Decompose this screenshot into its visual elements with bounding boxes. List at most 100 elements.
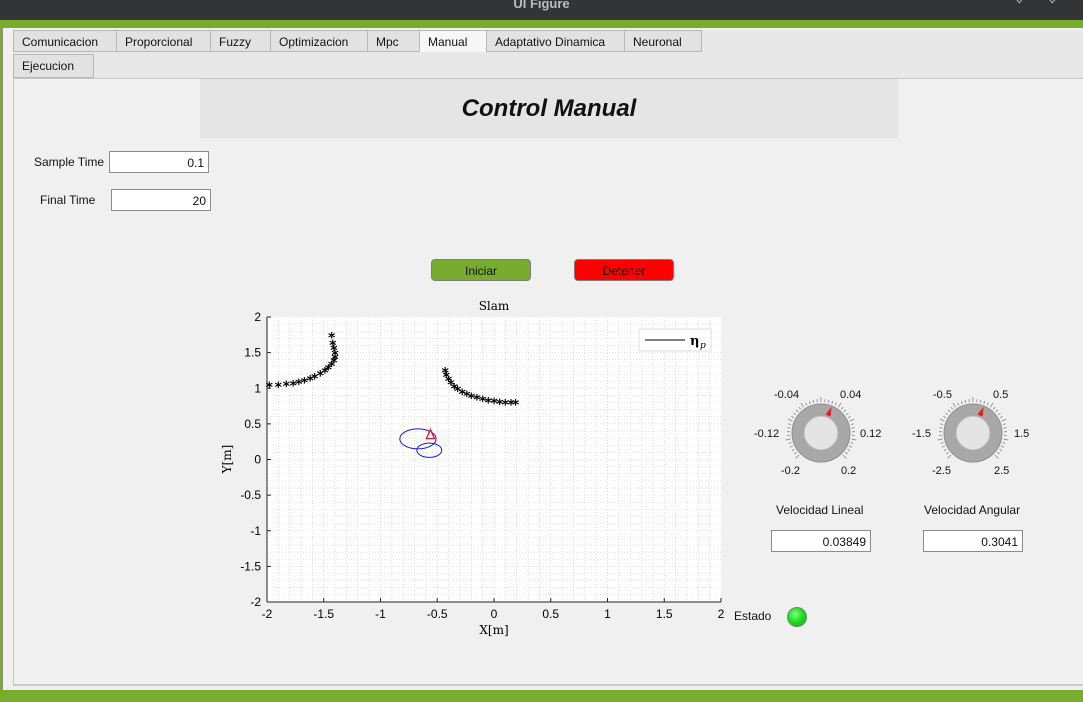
knob-tick bbox=[994, 454, 999, 459]
knob-tick bbox=[940, 442, 944, 444]
knob-tick bbox=[845, 412, 849, 416]
knob-tick bbox=[1001, 418, 1007, 422]
knob-tick bbox=[851, 438, 857, 441]
knob-tick bbox=[999, 415, 1003, 419]
y-tick-label: 1.5 bbox=[244, 346, 261, 360]
minimize-icon[interactable]: ♡ bbox=[1013, 0, 1026, 5]
plot-title: Slam bbox=[479, 299, 510, 313]
knob-tick bbox=[787, 418, 793, 422]
x-tick-label: -1 bbox=[375, 607, 386, 621]
tab-ejecucion[interactable]: Ejecucion bbox=[13, 54, 94, 78]
knob-tick-label: -1.5 bbox=[912, 428, 931, 440]
y-tick-label: -2 bbox=[250, 595, 261, 609]
knob-tick bbox=[943, 415, 947, 419]
knob-tick bbox=[840, 406, 844, 410]
knob-tick bbox=[964, 399, 967, 403]
lineal-velocity-field[interactable]: 0.03849 bbox=[771, 530, 871, 552]
x-tick-label: 1 bbox=[604, 607, 611, 621]
knob-tick-label: 2.5 bbox=[994, 465, 1010, 477]
x-tick-label: 0.5 bbox=[542, 607, 559, 621]
knob-tick bbox=[831, 400, 834, 405]
knob-tick bbox=[847, 448, 851, 452]
knob-tick bbox=[837, 402, 842, 408]
knob-tick bbox=[785, 438, 791, 441]
knob-tick-label: -0.2 bbox=[781, 465, 800, 477]
knob-tick bbox=[795, 454, 800, 459]
knob-tick bbox=[848, 445, 853, 448]
knob-tick bbox=[945, 451, 949, 455]
manual-tab-content: Control Manual Sample Time 0.1 Final Tim… bbox=[13, 78, 1083, 685]
tab-mpc[interactable]: Mpc bbox=[367, 30, 420, 52]
trajectory-point: * bbox=[275, 380, 283, 396]
knob-tick bbox=[789, 445, 794, 448]
legend-subscript: p bbox=[700, 341, 706, 351]
knob-tick bbox=[947, 454, 952, 459]
tab-label: Ejecucion bbox=[22, 59, 75, 73]
knob-tick bbox=[791, 415, 795, 419]
tab-optimizacion[interactable]: Optimizacion bbox=[270, 30, 368, 52]
tab-manual[interactable]: Manual bbox=[419, 30, 487, 52]
knob-tick bbox=[845, 451, 849, 455]
tab-label: Optimizacion bbox=[279, 35, 349, 49]
knob-tick bbox=[1002, 423, 1006, 426]
knob-tick bbox=[960, 400, 963, 405]
knob-tick bbox=[941, 445, 946, 448]
knob-tick bbox=[847, 415, 851, 419]
knob-tick bbox=[842, 454, 847, 459]
lineal-velocity-label: Velocidad Lineal bbox=[776, 503, 864, 517]
trajectory-point: * bbox=[328, 331, 336, 347]
knob-tick bbox=[950, 406, 954, 410]
x-tick-label: 2 bbox=[718, 607, 725, 621]
knob-tick bbox=[795, 409, 799, 413]
knob-tick-label: -2.5 bbox=[932, 465, 951, 477]
tab-comunicacion[interactable]: Comunicacion bbox=[13, 30, 117, 52]
knob-tick bbox=[1000, 445, 1005, 448]
angular-velocity-field[interactable]: 0.3041 bbox=[923, 530, 1023, 552]
x-tick-label: -0.5 bbox=[427, 607, 448, 621]
tab-neuronal[interactable]: Neuronal bbox=[624, 30, 702, 52]
knob-tick bbox=[986, 402, 989, 406]
x-tick-label: -1.5 bbox=[313, 607, 334, 621]
knob-tick bbox=[957, 402, 960, 406]
y-tick-label: 1 bbox=[254, 381, 261, 395]
knob-tick bbox=[827, 399, 830, 403]
y-tick-labels: 2 1.5 1 0.5 0 -0.5 -1 -1.5 -2 bbox=[240, 310, 271, 609]
knob-tick-label: -0.5 bbox=[933, 389, 952, 401]
knob-tick bbox=[992, 406, 996, 410]
knob-tick bbox=[791, 448, 795, 452]
knob-tick bbox=[834, 402, 837, 406]
knob-tick bbox=[943, 448, 947, 452]
plot-xlabel: X[m] bbox=[479, 623, 508, 637]
knob-tick-label: 1.5 bbox=[1014, 428, 1030, 440]
knob-tick bbox=[945, 412, 949, 416]
x-tick-label: -2 bbox=[262, 607, 273, 621]
maximize-icon[interactable]: ♡ bbox=[1046, 0, 1059, 5]
knob-tick bbox=[939, 418, 945, 422]
knob-tick bbox=[850, 442, 854, 444]
estado-lamp bbox=[787, 607, 807, 627]
y-tick-label: -1.5 bbox=[240, 559, 261, 573]
knob-cap bbox=[803, 415, 839, 451]
tab-adaptativo-dinamica[interactable]: Adaptativo Dinamica bbox=[486, 30, 625, 52]
knob-tick bbox=[849, 418, 855, 422]
trajectory-point: * bbox=[512, 398, 520, 414]
knob-tick bbox=[793, 412, 797, 416]
x-tick-label: 1.5 bbox=[656, 607, 673, 621]
estado-label: Estado bbox=[734, 609, 772, 623]
tab-label: Manual bbox=[428, 35, 468, 49]
tab-proporcional[interactable]: Proporcional bbox=[116, 30, 211, 52]
tab-label: Adaptativo Dinamica bbox=[495, 35, 606, 49]
tab-label: Neuronal bbox=[633, 35, 682, 49]
legend-label: η bbox=[690, 334, 699, 349]
knob-tick bbox=[800, 402, 805, 408]
knob-tick bbox=[850, 423, 854, 426]
window-frame: Comunicacion Proporcional Fuzzy Optimiza… bbox=[0, 20, 1083, 702]
y-tick-label: 2 bbox=[254, 310, 261, 324]
slam-plot: *********************************** -2-1… bbox=[220, 299, 725, 637]
bottom-divider bbox=[13, 685, 1083, 686]
knob-tick bbox=[788, 423, 792, 426]
app-window: Comunicacion Proporcional Fuzzy Optimiza… bbox=[2, 28, 1083, 690]
angular-velocity-label: Velocidad Angular bbox=[924, 503, 1021, 517]
knob-tick bbox=[989, 402, 994, 408]
tab-fuzzy[interactable]: Fuzzy bbox=[210, 30, 271, 52]
